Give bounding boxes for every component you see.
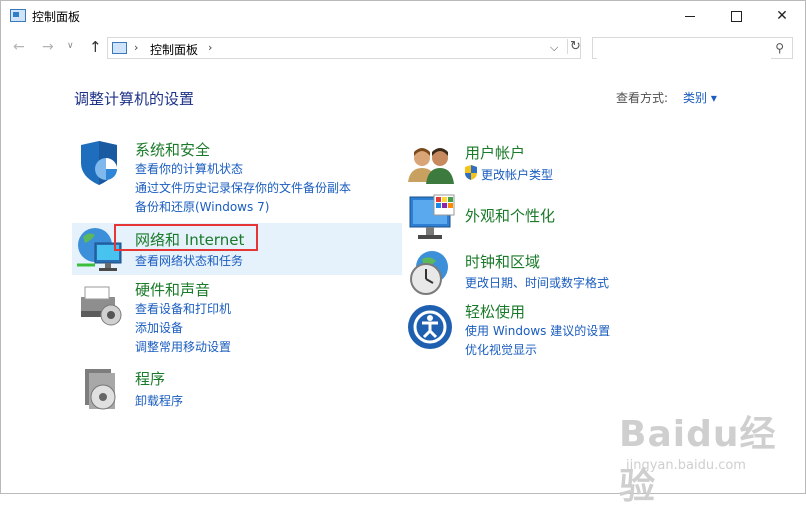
breadcrumb-separator[interactable]: › [208,41,212,54]
view-computer-status-link[interactable]: 查看你的计算机状态 [135,160,243,177]
uninstall-program-link[interactable]: 卸载程序 [135,392,183,409]
refresh-icon[interactable]: ↻ [567,39,584,54]
programs-title[interactable]: 程序 [135,368,165,389]
file-history-link[interactable]: 通过文件历史记录保存你的文件备份副本 [135,179,351,196]
breadcrumb-separator[interactable]: › [134,41,138,54]
maximize-icon [730,10,742,22]
printer-icon[interactable] [75,281,125,327]
address-bar[interactable]: › 控制面板 › ⌵ ↻ [107,37,581,59]
close-icon: ✕ [776,8,788,24]
uac-shield-icon [465,165,477,180]
backup-restore-link[interactable]: 备份和还原(Windows 7) [135,198,269,215]
clock-region-title[interactable]: 时钟和区域 [465,251,540,272]
add-device-link[interactable]: 添加设备 [135,319,183,336]
search-box[interactable]: ⚲ [592,37,793,59]
change-date-time-link[interactable]: 更改日期、时间或数字格式 [465,274,609,291]
programs-icon[interactable] [81,367,121,413]
close-button[interactable]: ✕ [759,1,805,31]
appearance-personalization-title[interactable]: 外观和个性化 [465,205,555,226]
clock-globe-icon[interactable] [406,249,456,297]
control-panel-small-icon [112,42,127,54]
devices-printers-link[interactable]: 查看设备和打印机 [135,300,231,317]
view-by-label: 查看方式: [616,91,669,105]
window-title: 控制面板 [32,10,81,24]
system-security-title[interactable]: 系统和安全 [135,139,210,160]
optimize-visual-display-link[interactable]: 优化视觉显示 [465,341,537,358]
baidu-watermark: Baidu经验 [619,414,777,507]
users-icon[interactable] [406,144,458,186]
change-account-type-link[interactable]: 更改帐户类型 [481,166,553,183]
control-panel-icon [10,9,26,22]
user-accounts-title[interactable]: 用户帐户 [465,142,525,163]
breadcrumb-control-panel[interactable]: 控制面板 [150,41,198,58]
view-network-status-link[interactable]: 查看网络状态和任务 [135,252,243,269]
page-title: 调整计算机的设置 [74,90,195,108]
search-icon[interactable]: ⚲ [775,41,784,55]
view-by-dropdown[interactable]: 类别 ▾ [683,89,717,106]
maximize-button[interactable] [713,1,759,31]
minimize-icon [685,15,695,17]
baidu-watermark-url: jingyan.baidu.com [626,458,746,473]
ease-of-access-title[interactable]: 轻松使用 [465,301,525,322]
title-bar: 控制面板 ✕ [1,1,805,31]
forward-arrow-icon[interactable]: → [42,39,54,55]
ease-of-access-icon[interactable] [406,303,454,351]
control-panel-window: 控制面板 ✕ ← → ∨ ↑ › 控制面板 › ⌵ ↻ ⚲ 调整计算机的设置 查… [0,0,806,507]
back-arrow-icon[interactable]: ← [13,39,25,55]
search-input[interactable] [597,39,771,59]
annotation-highlight-box [114,224,258,251]
minimize-button[interactable] [667,1,713,31]
appearance-monitor-icon[interactable] [406,193,458,243]
shield-icon[interactable] [75,139,123,187]
hardware-sound-title[interactable]: 硬件和声音 [135,279,210,300]
mobility-settings-link[interactable]: 调整常用移动设置 [135,338,231,355]
up-arrow-icon[interactable]: ↑ [89,38,102,56]
recommended-settings-link[interactable]: 使用 Windows 建议的设置 [465,322,610,339]
recent-locations-chevron-icon[interactable]: ∨ [67,41,74,51]
address-dropdown-icon[interactable]: ⌵ [550,41,558,55]
